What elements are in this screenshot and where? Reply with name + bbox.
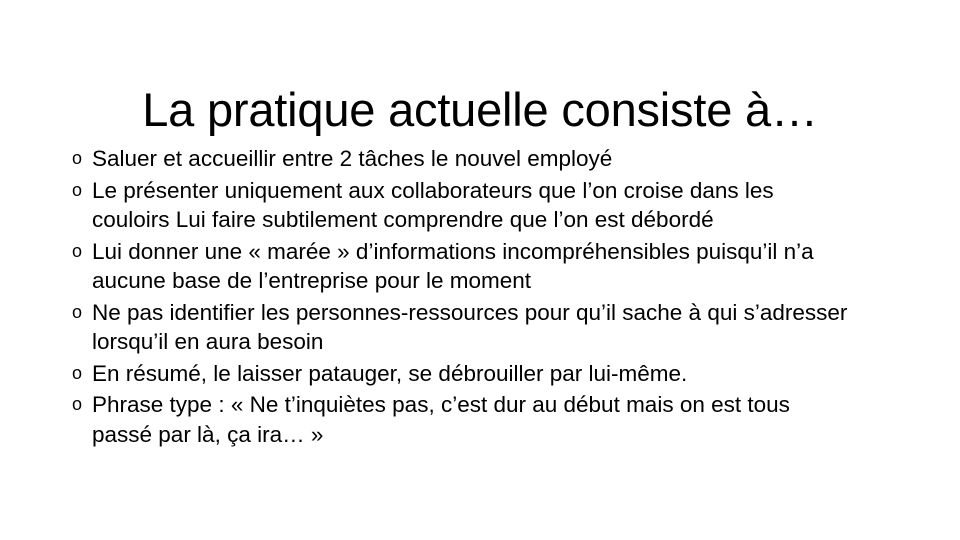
bullet-line-primary: Saluer et accueillir entre 2 tâches le n… — [92, 146, 613, 171]
list-item: o Phrase type : « Ne t’inquiètes pas, c’… — [70, 390, 908, 449]
list-item: o Ne pas identifier les personnes-ressou… — [70, 298, 908, 357]
bullet-line-primary: Phrase type : « Ne t’inquiètes pas, c’es… — [92, 392, 790, 417]
list-item: o Saluer et accueillir entre 2 tâches le… — [70, 144, 908, 174]
bullet-line-primary: En résumé, le laisser patauger, se débro… — [92, 360, 688, 386]
bullet-marker-icon: o — [72, 148, 83, 168]
bullet-line-secondary: couloirs Lui faire subtilement comprendr… — [92, 207, 714, 232]
bullet-line-primary: Le présenter uniquement aux collaborateu… — [92, 177, 774, 203]
list-item: o Le présenter uniquement aux collaborat… — [70, 176, 908, 235]
bullet-marker-icon: o — [72, 240, 83, 261]
bullet-list: o Saluer et accueillir entre 2 tâches le… — [70, 144, 908, 451]
bullet-marker-icon: o — [72, 179, 83, 200]
page-title: La pratique actuelle consiste à… — [142, 83, 818, 137]
bullet-marker-icon: o — [72, 301, 83, 322]
bullet-line-secondary: lorsqu’il en aura besoin — [92, 329, 324, 354]
bullet-line-primary: Ne pas identifier les personnes-ressourc… — [92, 299, 848, 325]
slide-canvas: La pratique actuelle consiste à… o Salue… — [0, 0, 960, 540]
list-item: o Lui donner une « marée » d’information… — [70, 237, 908, 296]
list-item: o En résumé, le laisser patauger, se déb… — [70, 359, 908, 389]
bullet-marker-icon: o — [72, 394, 83, 414]
bullet-line-primary: Lui donner une « marée » d’informations … — [92, 238, 814, 264]
bullet-line-secondary: aucune base de l’entreprise pour le mome… — [92, 268, 532, 293]
bullet-marker-icon: o — [72, 362, 83, 383]
bullet-line-secondary: passé par là, ça ira… » — [92, 421, 324, 447]
